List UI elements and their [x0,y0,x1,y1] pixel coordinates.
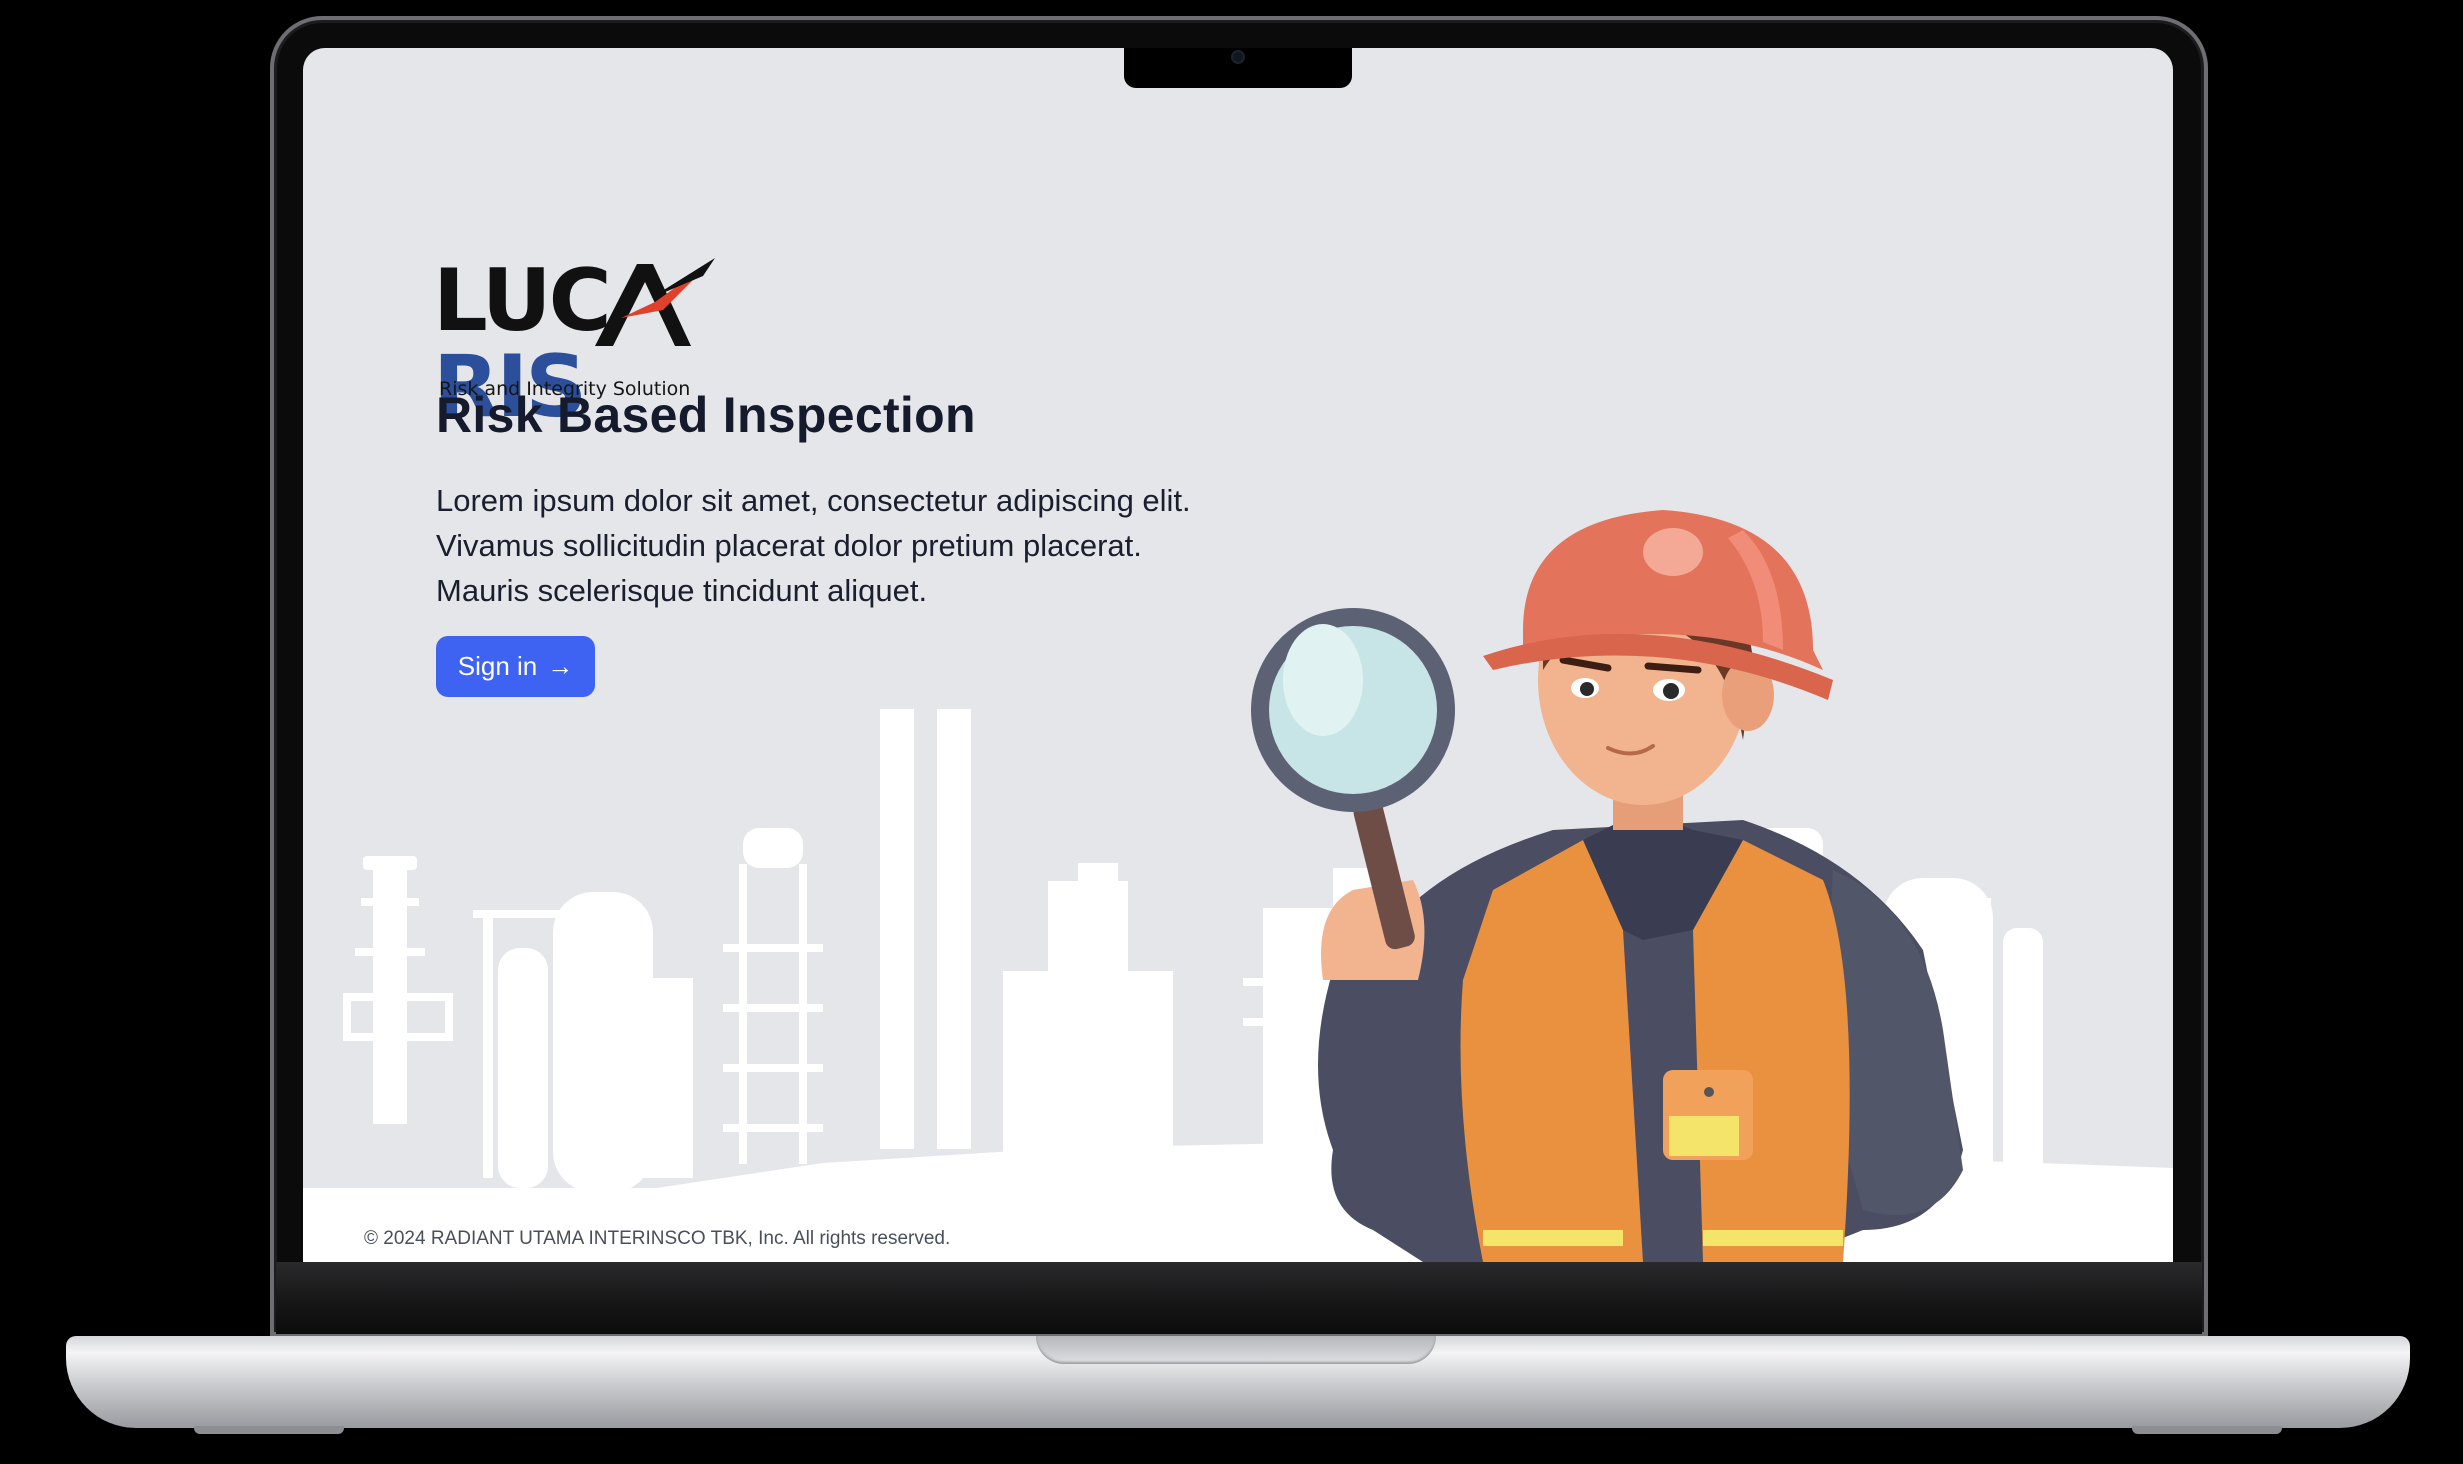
hero-description-line: Mauris scelerisque tincidunt aliquet. [436,573,928,608]
app-screen: LUCRIS Risk and Integrity Solution Risk … [303,48,2173,1262]
laptop-foot-right [2132,1426,2282,1434]
arrow-right-icon: → [547,651,574,681]
sign-in-label: Sign in [457,651,538,681]
laptop-foot-left [194,1426,344,1434]
camera-icon [1233,52,1243,62]
hero-description-line: Lorem ipsum dolor sit amet, consectetur … [436,483,1191,518]
inspector-illustration [1251,510,1963,1262]
footer-copyright: © 2024 RADIANT UTAMA INTERINSCO TBK, Inc… [364,1228,951,1249]
laptop-trackpad-notch [1036,1336,1436,1364]
logo-text-left: LUC [433,251,612,351]
page-title: Risk Based Inspection [436,387,976,443]
hero-description: Lorem ipsum dolor sit amet, consectetur … [436,478,1336,613]
logo-mark-icon [595,258,715,346]
sign-in-button[interactable]: Sign in → [436,636,595,697]
hero-description-line: Vivamus sollicitudin placerat dolor pret… [436,528,1142,563]
laptop-bezel-chin [276,1262,2202,1334]
